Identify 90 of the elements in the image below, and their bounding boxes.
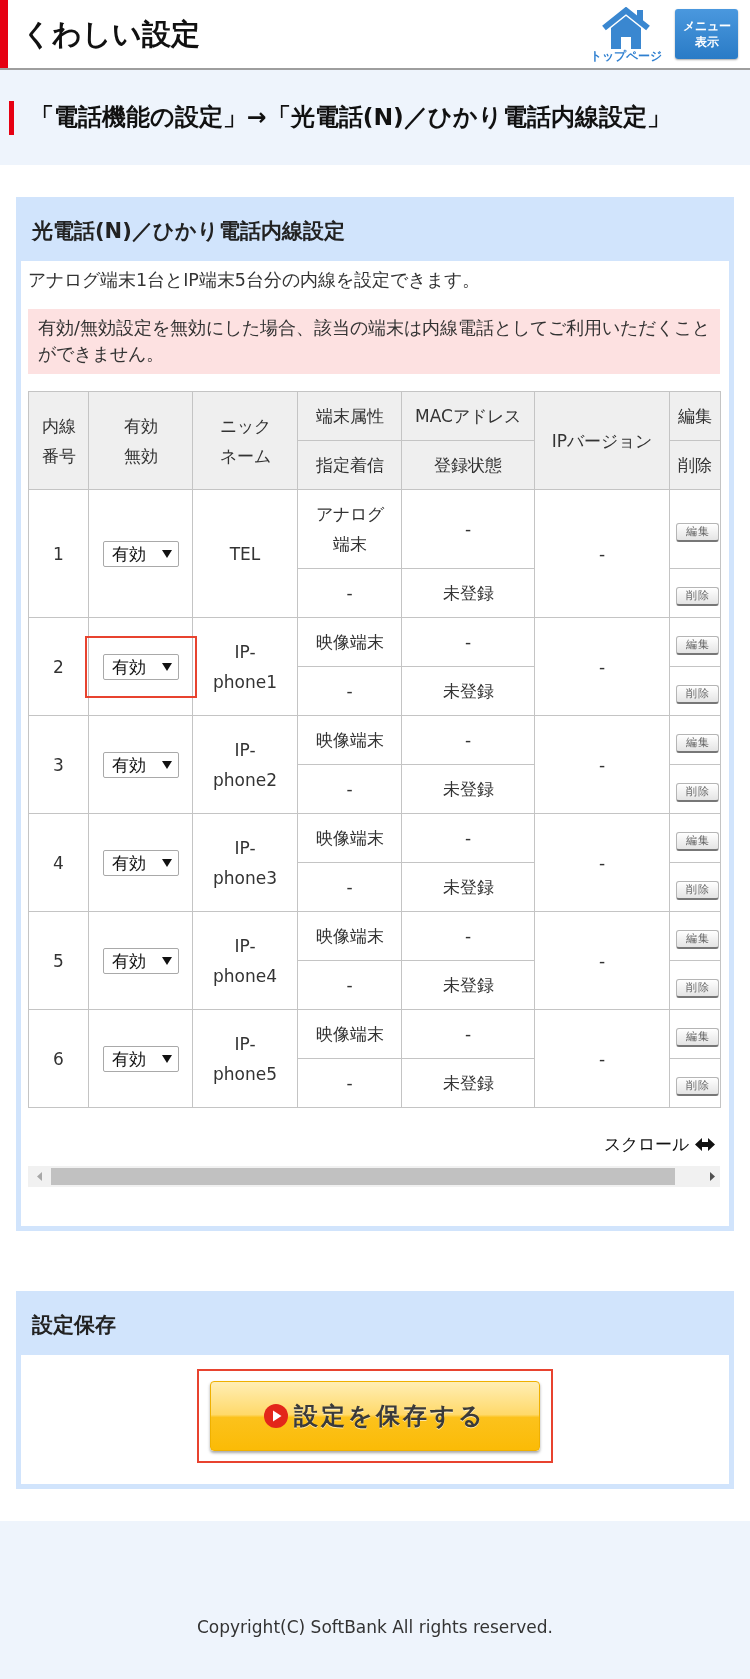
table-cell: IP-phone4 [192,911,298,1010]
table-cell: - [297,1058,402,1108]
table-cell: 映像端末 [297,617,402,667]
table-cell: 映像端末 [297,813,402,863]
edit-button[interactable]: 編集 [676,831,719,851]
accent-bar [9,100,14,135]
page-title: くわしい設定 [22,16,200,52]
column-header: 削除 [669,440,721,490]
column-header: 有効無効 [88,391,193,490]
edit-button[interactable]: 編集 [676,1027,719,1047]
table-cell: - [401,911,535,961]
play-icon [264,1404,288,1428]
table-cell: - [534,617,670,716]
scroll-hint: スクロール [604,1133,689,1156]
table-cell: - [401,489,535,569]
table-cell: - [297,960,402,1010]
column-header: 編集 [669,391,721,441]
table-cell: - [534,813,670,912]
home-link[interactable]: トップページ [590,4,662,64]
delete-button[interactable]: 削除 [676,586,719,606]
caret-icon [161,858,172,867]
caret-icon [161,760,172,769]
status-dropdown[interactable]: 有効 [102,540,179,567]
table-cell: 映像端末 [297,715,402,765]
table-cell: アナログ端末 [297,489,402,569]
horizontal-scrollbar[interactable] [28,1166,720,1187]
caret-icon [161,549,172,558]
table-cell: 映像端末 [297,1009,402,1059]
status-dropdown[interactable]: 有効 [102,849,179,876]
breadcrumb-title: 「電話機能の設定」→「光電話(N)／ひかり電話内線設定」 [30,102,671,133]
description-text: アナログ端末1台とIP端末5台分の内線を設定できます。 [28,269,481,292]
status-dropdown[interactable]: 有効 [102,1045,179,1072]
table-cell: IP-phone1 [192,617,298,716]
column-header: 登録状態 [401,440,535,490]
table-cell: - [534,489,670,618]
column-header: 内線番号 [28,391,89,490]
column-header: MACアドレス [401,391,535,441]
table-cell: 5 [28,911,89,1010]
table-cell: TEL [192,489,298,618]
table-cell: IP-phone2 [192,715,298,814]
column-header: 指定着信 [297,440,402,490]
delete-button[interactable]: 削除 [676,782,719,802]
column-header: 端末属性 [297,391,402,441]
column-header: IPバージョン [534,391,670,490]
table-cell: - [297,666,402,716]
table-cell: 映像端末 [297,911,402,961]
delete-button[interactable]: 削除 [676,978,719,998]
edit-button[interactable]: 編集 [676,929,719,949]
table-cell: - [534,715,670,814]
edit-button[interactable]: 編集 [676,733,719,753]
save-button[interactable]: 設定を保存する [210,1381,540,1451]
warning-message: 有効/無効設定を無効にした場合、該当の端末は内線電話としてご利用いただくことができません。 [28,309,720,374]
panel-title: 設定保存 [32,1312,116,1339]
column-header: ニックネーム [192,391,298,490]
table-cell: 1 [28,489,89,618]
table-cell: IP-phone5 [192,1009,298,1108]
table-cell: 6 [28,1009,89,1108]
edit-button[interactable]: 編集 [676,635,719,655]
status-dropdown[interactable]: 有効 [102,947,179,974]
caret-icon [161,956,172,965]
accent-bar [0,0,8,68]
caret-icon [161,1054,172,1063]
home-icon [601,6,651,49]
panel-title: 光電話(N)／ひかり電話内線設定 [32,218,345,245]
menu-button[interactable]: メニュー表示 [675,9,738,59]
table-cell: - [297,862,402,912]
left-arrow-icon [37,1172,42,1181]
delete-button[interactable]: 削除 [676,1076,719,1096]
scrollbar-thumb[interactable] [51,1168,675,1185]
table-cell: - [534,911,670,1010]
edit-button[interactable]: 編集 [676,522,719,542]
delete-button[interactable]: 削除 [676,880,719,900]
table-cell: - [534,1009,670,1108]
table-cell: - [401,813,535,863]
delete-button[interactable]: 削除 [676,684,719,704]
table-cell: - [297,764,402,814]
table-cell: - [401,1009,535,1059]
table-cell: 2 [28,617,89,716]
status-dropdown[interactable]: 有効 [102,751,179,778]
table-cell: IP-phone3 [192,813,298,912]
double-arrow-icon [695,1137,715,1151]
table-cell: 3 [28,715,89,814]
status-dropdown[interactable]: 有効 [102,653,179,680]
table-cell: - [401,617,535,667]
table-cell: - [401,715,535,765]
copyright-text: Copyright(C) SoftBank All rights reserved. [197,1616,553,1639]
table-cell: - [297,568,402,618]
table-cell: 4 [28,813,89,912]
right-arrow-icon [710,1172,715,1181]
caret-icon [161,662,172,671]
